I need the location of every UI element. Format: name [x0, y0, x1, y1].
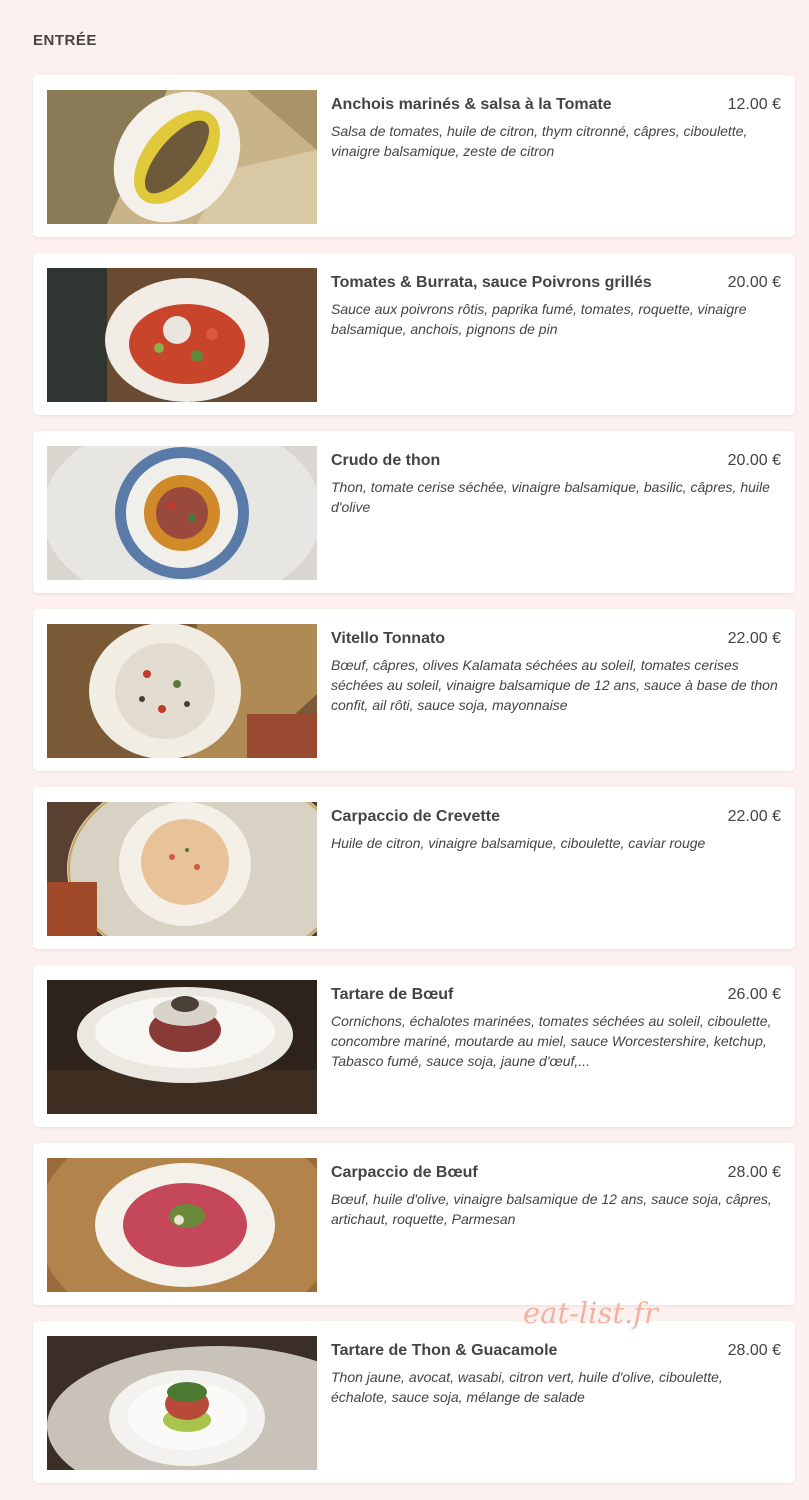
dish-photo — [47, 980, 317, 1114]
dish-name: Crudo de thon — [331, 452, 441, 469]
dish-name: Carpaccio de Crevette — [331, 808, 500, 825]
dish-price: 22.00 € — [727, 808, 781, 825]
dish-photo — [47, 1336, 317, 1470]
dish-price: 22.00 € — [727, 630, 781, 647]
dish-price: 26.00 € — [727, 986, 781, 1003]
section-title: ENTRÉE — [33, 32, 97, 49]
dish-price: 28.00 € — [727, 1164, 781, 1181]
menu-item-card[interactable]: Carpaccio de Bœuf 28.00 € Bœuf, huile d'… — [33, 1143, 795, 1305]
dish-name: Vitello Tonnato — [331, 630, 446, 647]
dish-description: Cornichons, échalotes marinées, tomates … — [331, 1013, 772, 1069]
dish-name: Tomates & Burrata, sauce Poivrons grillé… — [331, 274, 652, 291]
dish-description: Bœuf, câpres, olives Kalamata séchées au… — [331, 657, 778, 713]
dish-name: Anchois marinés & salsa à la Tomate — [331, 96, 612, 113]
menu-item-card[interactable]: Crudo de thon 20.00 € Thon, tomate ceris… — [33, 431, 795, 593]
dish-description: Salsa de tomates, huile de citron, thym … — [331, 123, 748, 159]
dish-description: Thon jaune, avocat, wasabi, citron vert,… — [331, 1369, 723, 1405]
dish-photo — [47, 624, 317, 758]
dish-photo — [47, 268, 317, 402]
dish-name: Tartare de Thon & Guacamole — [331, 1342, 558, 1359]
dish-name: Carpaccio de Bœuf — [331, 1164, 478, 1181]
dish-price: 12.00 € — [727, 96, 781, 113]
menu-item-card[interactable]: Anchois marinés & salsa à la Tomate 12.0… — [33, 75, 795, 237]
menu-item-card[interactable]: Carpaccio de Crevette 22.00 € Huile de c… — [33, 787, 795, 949]
menu-item-card[interactable]: Tomates & Burrata, sauce Poivrons grillé… — [33, 253, 795, 415]
dish-description: Bœuf, huile d'olive, vinaigre balsamique… — [331, 1191, 772, 1227]
dish-name: Tartare de Bœuf — [331, 986, 454, 1003]
dish-description: Thon, tomate cerise séchée, vinaigre bal… — [331, 479, 770, 515]
dish-description: Sauce aux poivrons rôtis, paprika fumé, … — [331, 301, 747, 337]
menu-item-card[interactable]: Vitello Tonnato 22.00 € Bœuf, câpres, ol… — [33, 609, 795, 771]
dish-price: 20.00 € — [727, 452, 781, 469]
dish-price: 20.00 € — [727, 274, 781, 291]
dish-description: Huile de citron, vinaigre balsamique, ci… — [331, 835, 706, 851]
menu-item-card[interactable]: Tartare de Thon & Guacamole 28.00 € Thon… — [33, 1321, 795, 1483]
watermark: eat-list.fr — [523, 1296, 658, 1330]
dish-price: 28.00 € — [727, 1342, 781, 1359]
dish-photo — [47, 446, 317, 580]
dish-photo — [47, 1158, 317, 1292]
menu-item-card[interactable]: Tartare de Bœuf 26.00 € Cornichons, écha… — [33, 965, 795, 1127]
dish-photo — [47, 802, 317, 936]
dish-photo — [47, 90, 317, 224]
